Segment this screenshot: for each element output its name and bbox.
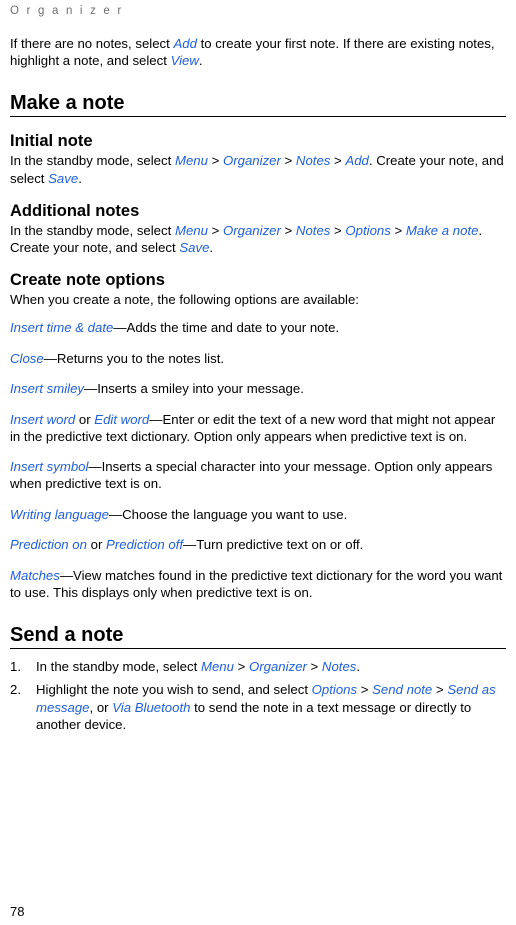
list-item: 2. Highlight the note you wish to send, a… [10, 681, 506, 734]
heading-create-note-options: Create note options [10, 271, 165, 290]
heading-additional-notes-wrap: Additional notes [10, 201, 506, 221]
option-desc: —Choose the language you want to use. [108, 506, 348, 522]
step-text-1: Highlight the note you wish to send, and… [36, 682, 312, 698]
additional-text-2: > [207, 222, 223, 238]
intro-paragraph: If there are no notes, select Add to cre… [10, 35, 506, 69]
step-text-3: > [306, 658, 322, 674]
option-term: Prediction on [10, 537, 87, 553]
step-command-notes: Notes [321, 658, 357, 674]
initial-text-2: > [207, 153, 223, 169]
initial-command-add: Add [345, 153, 369, 169]
page-number: 78 [10, 904, 25, 919]
additional-command-menu: Menu [174, 222, 208, 238]
option-insert-smiley: Insert smiley—Inserts a smiley into your… [10, 380, 506, 397]
initial-text-4: > [330, 153, 346, 169]
option-joiner: or [75, 411, 95, 427]
intro-command-add: Add [173, 36, 197, 51]
step-command-send-note: Send note [372, 682, 433, 698]
option-term: Insert smiley [10, 381, 85, 397]
step-text-2: > [357, 682, 373, 698]
option-desc: —View matches found in the predictive te… [10, 567, 503, 600]
additional-text-5: > [390, 222, 406, 238]
heading-send-a-note-wrap: Send a note [10, 623, 506, 649]
additional-command-organizer: Organizer [222, 222, 281, 238]
additional-command-save: Save [179, 240, 210, 256]
option-insert-symbol: Insert symbol—Inserts a special characte… [10, 458, 506, 492]
heading-initial-note-wrap: Initial note [10, 131, 506, 151]
option-term: Close [10, 350, 44, 366]
list-item: 1. In the standby mode, select Menu > Org… [10, 658, 506, 676]
option-joiner: or [86, 537, 107, 553]
option-desc: —Returns you to the notes list. [43, 350, 225, 366]
create-note-options-lead: When you create a note, the following op… [10, 292, 359, 308]
send-a-note-steps: 1. In the standby mode, select Menu > Org… [10, 658, 506, 734]
step-text-1: In the standby mode, select [36, 658, 201, 674]
additional-notes-paragraph: In the standby mode, select Menu > Organ… [10, 222, 506, 256]
additional-text-7: . [209, 240, 214, 256]
initial-command-notes: Notes [295, 153, 331, 169]
intro-command-view: View [170, 53, 199, 69]
heading-send-a-note: Send a note [10, 623, 506, 649]
additional-text-3: > [280, 222, 296, 238]
option-term: Insert time & date [10, 320, 114, 336]
option-matches: Matches—View matches found in the predic… [10, 567, 506, 601]
option-desc: —Adds the time and date to your note. [113, 320, 340, 336]
option-insert-word: Insert word or Edit word—Enter or edit t… [10, 411, 506, 445]
additional-command-notes: Notes [295, 222, 331, 238]
option-close: Close—Returns you to the notes list. [10, 350, 506, 367]
heading-additional-notes: Additional notes [10, 201, 140, 220]
step-command-menu: Menu [200, 658, 234, 674]
step-text-4: . [356, 658, 361, 674]
step-number: 2. [10, 682, 21, 698]
heading-make-a-note: Make a note [10, 91, 506, 118]
additional-command-options: Options [345, 222, 391, 238]
option-term: Writing language [10, 506, 109, 522]
option-prediction: Prediction on or Prediction off—Turn pre… [10, 536, 506, 553]
heading-create-note-options-wrap: Create note options [10, 270, 506, 290]
step-command-options: Options [311, 682, 358, 698]
initial-command-menu: Menu [174, 153, 208, 169]
additional-text-4: > [330, 222, 346, 238]
initial-note-paragraph: In the standby mode, select Menu > Organ… [10, 152, 506, 186]
heading-make-a-note-wrap: Make a note [10, 91, 506, 118]
option-desc: —Turn predictive text on or off. [183, 537, 364, 553]
option-term: Insert symbol [10, 459, 89, 475]
step-text-3: > [432, 682, 448, 698]
option-writing-language: Writing language—Choose the language you… [10, 506, 506, 523]
option-term-alt: Edit word [94, 411, 150, 427]
initial-command-organizer: Organizer [222, 153, 281, 169]
step-text-4: , or [89, 699, 113, 715]
step-number: 1. [10, 658, 21, 674]
document-page: O r g a n i z e r If there are no notes,… [0, 0, 516, 925]
heading-initial-note: Initial note [10, 132, 93, 151]
option-insert-time-date: Insert time & date—Adds the time and dat… [10, 319, 506, 336]
initial-text-6: . [78, 170, 82, 186]
option-term: Matches [10, 567, 60, 583]
intro-text-3: . [198, 53, 203, 69]
option-desc: —Inserts a smiley into your message. [84, 381, 304, 397]
step-text-2: > [233, 658, 249, 674]
initial-text-3: > [280, 153, 296, 169]
additional-command-make-a-note: Make a note [405, 222, 479, 238]
option-term: Insert word [10, 411, 76, 427]
running-header: O r g a n i z e r [10, 5, 124, 17]
step-command-via-bluetooth: Via Bluetooth [112, 699, 191, 715]
additional-text-1: In the standby mode, select [10, 222, 175, 238]
intro-text-1: If there are no notes, select [10, 36, 174, 51]
initial-text-1: In the standby mode, select [10, 153, 175, 169]
initial-command-save: Save [48, 170, 79, 186]
step-command-organizer: Organizer [248, 658, 307, 674]
option-term-alt: Prediction off [106, 537, 184, 553]
